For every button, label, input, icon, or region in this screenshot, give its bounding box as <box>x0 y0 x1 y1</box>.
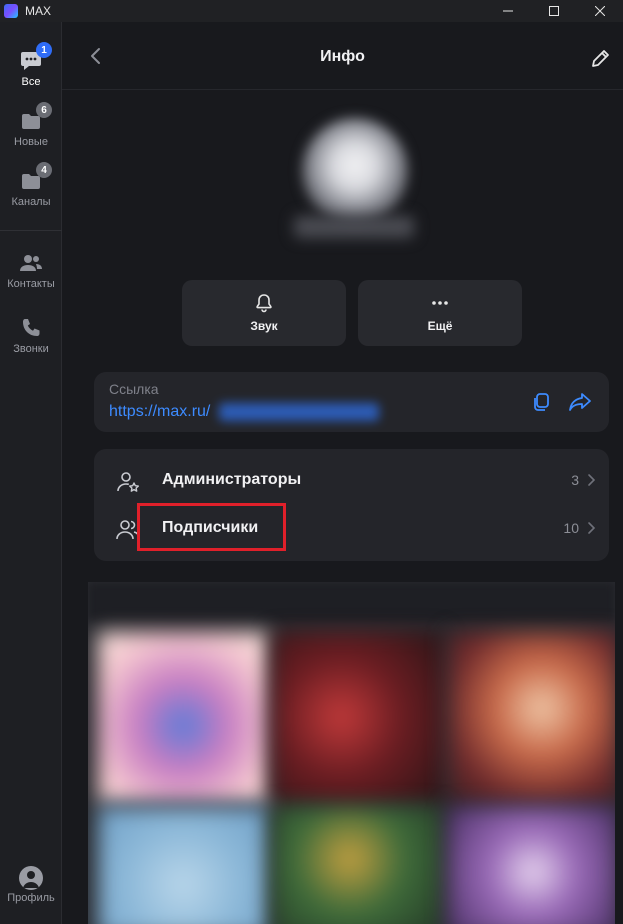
admin-user-icon <box>117 472 139 492</box>
close-button[interactable] <box>577 0 623 22</box>
sidebar-item-label: Новые <box>14 136 48 148</box>
more-button[interactable]: Ещё <box>358 280 522 346</box>
channel-link-blurred-part <box>219 403 379 421</box>
link-label: Ссылка <box>109 381 159 397</box>
page-title: Инфо <box>320 48 365 65</box>
share-arrow-icon <box>569 393 591 411</box>
pencil-icon <box>592 50 609 67</box>
members-card: Администраторы 3 Подписчики 10 <box>94 449 609 561</box>
maximize-button[interactable] <box>531 0 577 22</box>
sidebar-item-label: Звонки <box>13 343 49 355</box>
app-logo-icon <box>4 4 18 18</box>
copy-icon <box>534 393 549 411</box>
window-titlebar: MAX <box>0 0 623 22</box>
window-controls <box>485 0 623 22</box>
sidebar-item-label: Контакты <box>7 278 55 290</box>
edit-button[interactable] <box>589 48 611 70</box>
sidebar-item-label: Каналы <box>11 196 51 208</box>
sound-button-label: Звук <box>250 319 278 333</box>
media-thumbnail[interactable] <box>98 632 268 802</box>
sound-button[interactable]: Звук <box>182 280 346 346</box>
link-card: Ссылка https://max.ru/ <box>94 372 609 432</box>
window-title: MAX <box>25 4 52 18</box>
administrators-label: Администраторы <box>162 471 302 488</box>
more-dots-icon <box>432 301 448 305</box>
highlight-annotation-box <box>137 503 286 551</box>
maximize-icon <box>549 6 559 16</box>
media-thumbnail[interactable] <box>448 632 615 802</box>
more-button-label: Ещё <box>427 319 453 333</box>
profile-avatar-icon <box>19 866 43 890</box>
sidebar-item-new[interactable]: 6 Новые <box>0 102 62 164</box>
count-badge: 4 <box>36 162 52 178</box>
bell-icon <box>256 294 272 313</box>
minimize-button[interactable] <box>485 0 531 22</box>
sidebar-item-label: Все <box>21 76 41 88</box>
channel-link[interactable]: https://max.ru/ <box>109 403 210 421</box>
media-thumbnail[interactable] <box>273 807 443 924</box>
chevron-right-icon <box>588 474 596 486</box>
media-thumbnail[interactable] <box>98 807 268 924</box>
close-icon <box>595 6 605 16</box>
sidebar-item-calls[interactable]: Звонки <box>0 315 62 371</box>
channel-name-blurred <box>294 216 414 238</box>
chat-bubble-icon: 1 <box>18 42 52 74</box>
chevron-right-icon <box>588 522 596 534</box>
phone-icon <box>18 315 44 341</box>
sidebar-item-all[interactable]: 1 Все <box>0 42 62 104</box>
folder-icon: 4 <box>18 162 52 194</box>
sidebar-item-contacts[interactable]: Контакты <box>0 250 62 306</box>
contacts-icon <box>18 250 44 276</box>
minimize-icon <box>503 10 513 12</box>
folder-icon: 6 <box>18 102 52 134</box>
unread-badge: 1 <box>36 42 52 58</box>
sidebar: 1 Все 6 Новые 4 Каналы Контакты Звонки П… <box>0 22 62 924</box>
administrators-row[interactable]: Администраторы 3 <box>94 456 609 504</box>
info-header: Инфо <box>62 22 623 90</box>
copy-link-button[interactable] <box>531 392 551 412</box>
subscribers-count: 10 <box>563 520 579 536</box>
info-panel: Инфо Звук Ещё Ссылка https://max.ru/ Адм… <box>62 22 623 924</box>
sidebar-divider <box>0 230 62 231</box>
administrators-count: 3 <box>571 472 579 488</box>
share-link-button[interactable] <box>569 392 591 412</box>
media-gallery <box>88 582 615 924</box>
media-thumbnail[interactable] <box>448 807 615 924</box>
channel-avatar <box>302 118 408 224</box>
media-tabs-blurred <box>88 582 615 622</box>
sidebar-item-label: Профиль <box>7 892 55 904</box>
count-badge: 6 <box>36 102 52 118</box>
sidebar-item-channels[interactable]: 4 Каналы <box>0 162 62 224</box>
media-thumbnail[interactable] <box>273 632 443 802</box>
sidebar-item-profile[interactable]: Профиль <box>0 866 62 922</box>
